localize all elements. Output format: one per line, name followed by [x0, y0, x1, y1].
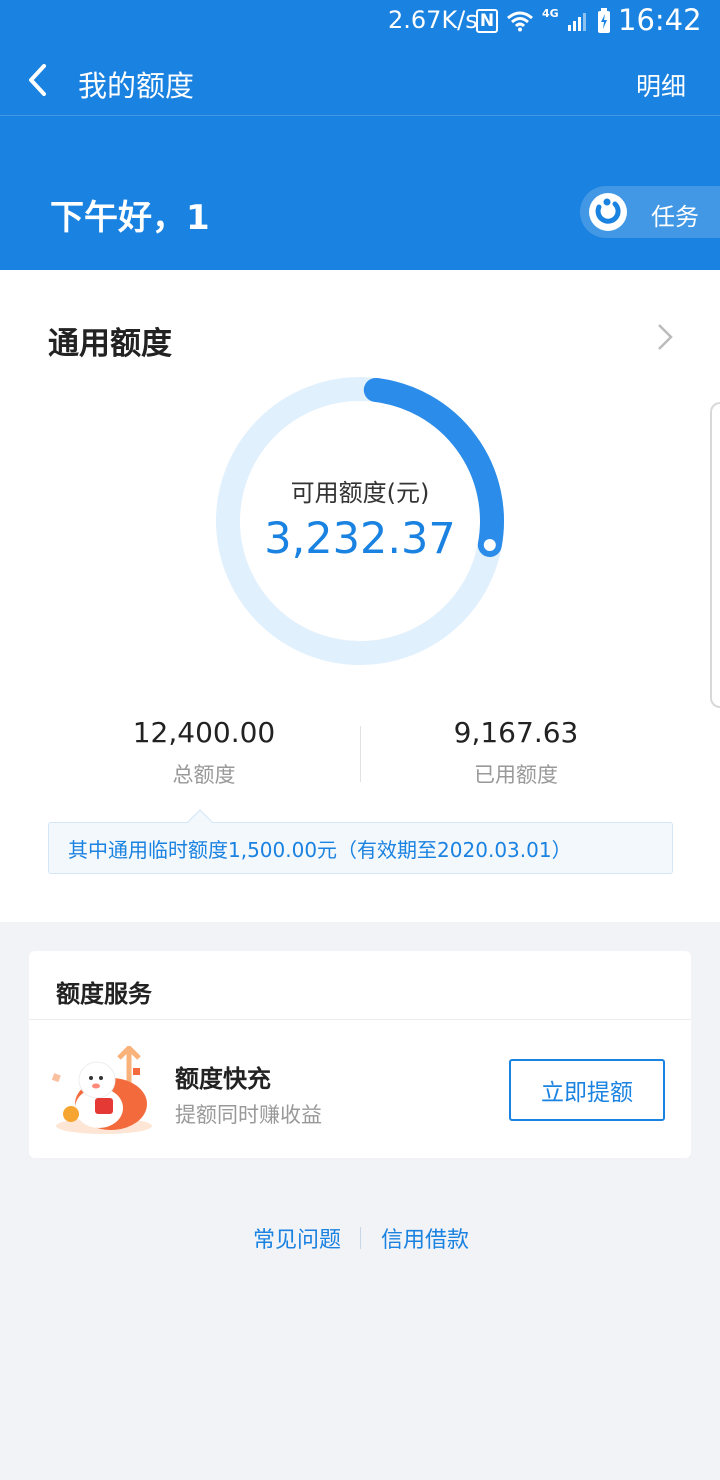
battery-icon	[597, 8, 610, 33]
clock: 16:42	[618, 3, 702, 37]
service-item-name: 额度快充	[175, 1065, 271, 1093]
detail-link[interactable]: 明细	[636, 67, 686, 103]
status-bar: 2.67K/s N 4G 16:42	[0, 0, 720, 42]
mascot-illustration	[51, 1046, 152, 1134]
service-item-description: 提额同时赚收益	[175, 1103, 322, 1127]
used-credit-value: 9,167.63	[453, 716, 579, 749]
section-title-credit-service: 额度服务	[56, 980, 152, 1008]
page-title: 我的额度	[78, 69, 195, 103]
credit-service-card: 额度服务 额度快充 提额同时赚收益 立即提额	[29, 951, 691, 1158]
available-credit-label: 可用额度(元)	[290, 479, 430, 507]
total-credit-label: 总额度	[172, 763, 236, 787]
credit-card: 通用额度 可用额度(元) 3,232.37 12,400.00 总额度 9,16…	[0, 270, 720, 922]
divider	[29, 1019, 691, 1020]
back-arrow-icon[interactable]	[22, 60, 56, 100]
total-credit-stat: 12,400.00 总额度	[54, 716, 354, 789]
notice-caret	[187, 809, 213, 835]
credit-loan-link[interactable]: 信用借款	[381, 1222, 469, 1254]
wifi-icon	[507, 11, 533, 32]
signal-icon	[567, 13, 586, 31]
notice-text: 其中通用临时额度1,500.00元（有效期至2020.03.01）	[68, 838, 572, 862]
faq-link[interactable]: 常见问题	[253, 1222, 341, 1254]
greeting-text: 下午好，1	[50, 198, 210, 238]
stat-divider	[360, 726, 361, 782]
used-credit-stat: 9,167.63 已用额度	[366, 716, 666, 789]
status-icons: N 4G	[476, 6, 611, 34]
greeting-banner: 下午好，1 任务	[0, 116, 720, 270]
side-drawer-handle[interactable]	[710, 402, 720, 708]
raise-credit-button[interactable]: 立即提额	[509, 1059, 665, 1121]
used-credit-label: 已用额度	[474, 763, 558, 787]
total-credit-value: 12,400.00	[132, 716, 276, 749]
top-nav-bar: 我的额度 明细	[0, 42, 720, 116]
footer-separator	[360, 1227, 361, 1249]
available-credit-value: 3,232.37	[264, 514, 456, 564]
footer-links: 常见问题 信用借款	[0, 1222, 720, 1254]
task-button[interactable]: 任务	[580, 186, 720, 238]
network-speed: 2.67K/s	[388, 6, 478, 34]
section-title-general-credit: 通用额度	[48, 326, 172, 362]
temporary-credit-notice: 其中通用临时额度1,500.00元（有效期至2020.03.01）	[48, 809, 673, 874]
chevron-right-icon[interactable]	[656, 322, 674, 352]
network-type: 4G	[542, 6, 559, 20]
nfc-icon: N	[476, 9, 498, 33]
task-icon	[589, 193, 627, 231]
task-label: 任务	[651, 203, 699, 231]
